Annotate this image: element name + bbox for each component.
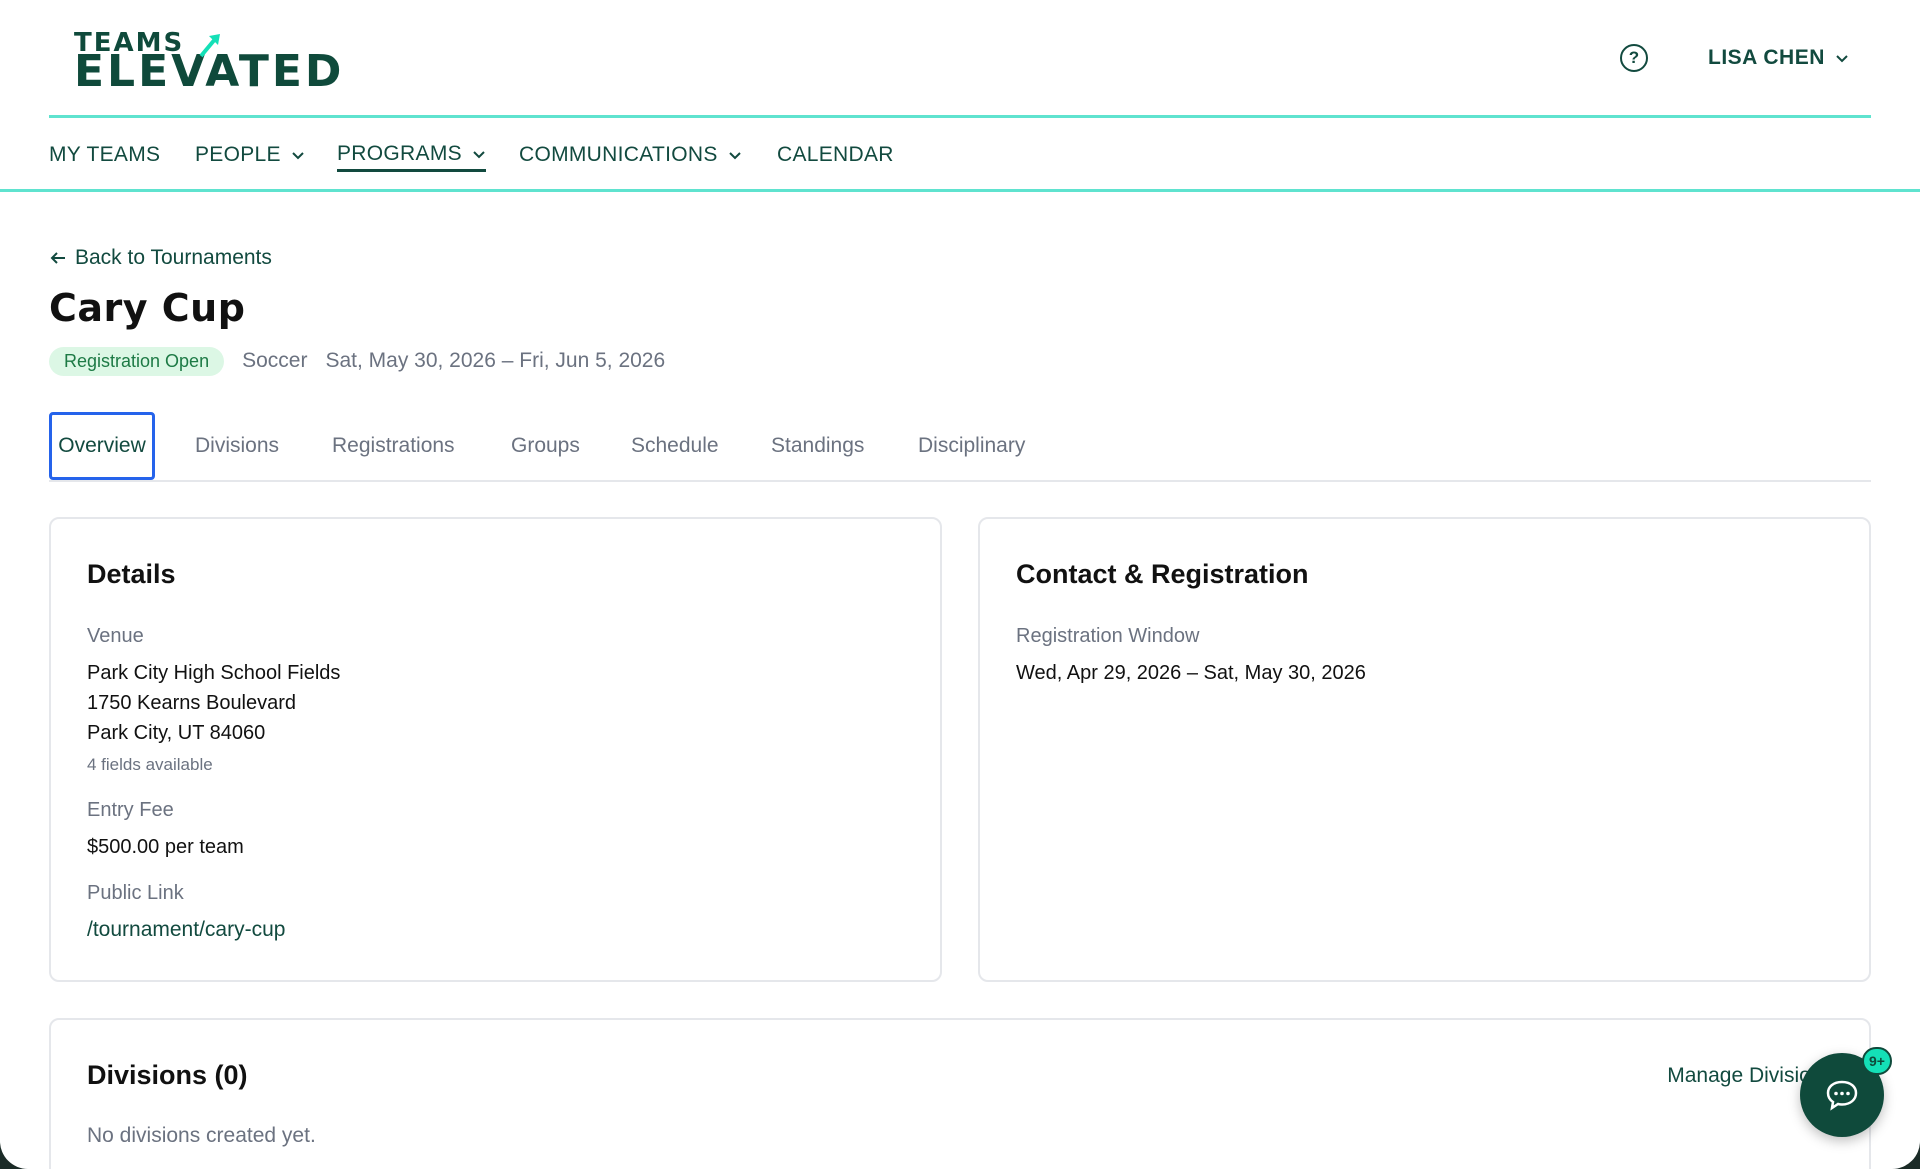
contact-title: Contact & Registration <box>1016 559 1309 589</box>
chat-notification-badge: 9+ <box>1862 1047 1892 1075</box>
date-range: Sat, May 30, 2026 – Fri, Jun 5, 2026 <box>325 349 666 372</box>
nav-label: MY TEAMS <box>49 143 161 166</box>
nav-label: COMMUNICATIONS <box>519 143 718 166</box>
main-nav: MY TEAMS PEOPLE PROGRAMS COMMUNICATIONS … <box>0 118 1920 192</box>
tab-groups[interactable]: Groups <box>511 412 580 480</box>
venue-line2: 1750 Kearns Boulevard <box>87 692 297 714</box>
status-badge: Registration Open <box>49 346 225 376</box>
tab-disciplinary[interactable]: Disciplinary <box>918 412 1025 480</box>
nav-communications[interactable]: COMMUNICATIONS <box>519 140 742 170</box>
teams-elevated-logo[interactable]: TEAMS ELEVATED <box>74 28 354 94</box>
chevron-down-icon <box>292 152 304 160</box>
app-window: TEAMS ELEVATED ? LISA CHEN MY TEAMS PEOP… <box>0 0 1920 1169</box>
venue-line1: Park City High School Fields <box>87 662 341 684</box>
public-link[interactable]: /tournament/cary-cup <box>87 918 285 942</box>
contact-registration-card: Contact & Registration Registration Wind… <box>978 517 1871 982</box>
logo-arrow-icon <box>199 34 220 58</box>
tab-standings[interactable]: Standings <box>771 412 864 480</box>
user-name: LISA CHEN <box>1708 46 1825 69</box>
nav-label: CALENDAR <box>777 143 894 166</box>
venue-label: Venue <box>87 625 144 647</box>
sport-label: Soccer <box>242 349 308 372</box>
tab-schedule[interactable]: Schedule <box>631 412 719 480</box>
tab-registrations[interactable]: Registrations <box>332 412 455 480</box>
entry-fee-value: $500.00 per team <box>87 836 244 858</box>
fields-available: 4 fields available <box>87 755 213 774</box>
details-card: Details Venue Park City High School Fiel… <box>49 517 942 982</box>
back-link-label: Back to Tournaments <box>75 246 272 269</box>
help-icon[interactable]: ? <box>1620 44 1648 72</box>
arrow-left-icon <box>50 252 65 264</box>
chat-bubble-icon <box>1826 1080 1858 1111</box>
back-to-tournaments-link[interactable]: Back to Tournaments <box>49 246 272 270</box>
details-title: Details <box>87 559 176 589</box>
page-title: Cary Cup <box>49 286 246 330</box>
tournament-tabs: Overview Divisions Registrations Groups … <box>49 410 1871 482</box>
entry-fee-label: Entry Fee <box>87 799 174 821</box>
nav-my-teams[interactable]: MY TEAMS <box>49 140 160 170</box>
divisions-empty-text: No divisions created yet. <box>87 1124 316 1147</box>
nav-calendar[interactable]: CALENDAR <box>777 140 894 170</box>
registration-window-value: Wed, Apr 29, 2026 – Sat, May 30, 2026 <box>1016 662 1366 684</box>
tab-overview[interactable]: Overview <box>49 412 155 480</box>
nav-label: PROGRAMS <box>337 141 462 165</box>
chevron-down-icon <box>1836 55 1848 63</box>
divisions-card: Divisions (0) Manage Divisions No divisi… <box>49 1018 1871 1169</box>
user-menu[interactable]: LISA CHEN <box>1708 44 1849 72</box>
nav-programs[interactable]: PROGRAMS <box>337 140 486 172</box>
public-link-label: Public Link <box>87 882 184 904</box>
chevron-down-icon <box>728 152 741 160</box>
nav-people[interactable]: PEOPLE <box>195 140 305 170</box>
tournament-meta: Registration Open Soccer Sat, May 30, 20… <box>49 346 665 376</box>
registration-window-label: Registration Window <box>1016 625 1200 647</box>
venue-line3: Park City, UT 84060 <box>87 722 266 744</box>
chevron-down-icon <box>473 150 485 158</box>
nav-label: PEOPLE <box>195 143 281 166</box>
divisions-title: Divisions (0) <box>87 1060 248 1090</box>
top-header: TEAMS ELEVATED ? LISA CHEN <box>49 0 1871 118</box>
tab-divisions[interactable]: Divisions <box>195 412 279 480</box>
